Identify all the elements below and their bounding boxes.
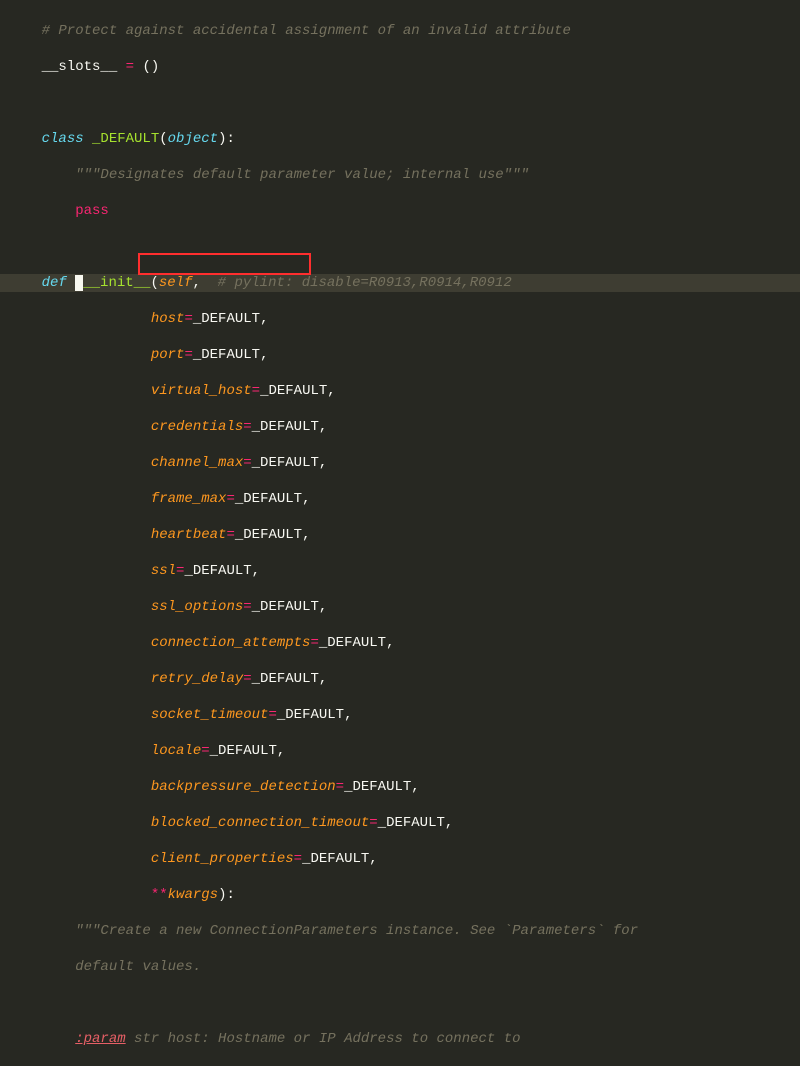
param-line: connection_attempts=_DEFAULT, — [0, 634, 800, 652]
slots-name: __slots__ — [42, 59, 118, 75]
pass-keyword: pass — [75, 203, 109, 219]
param-line: blocked_connection_timeout=_DEFAULT, — [0, 814, 800, 832]
class-name: _DEFAULT — [84, 131, 160, 147]
blank-line — [0, 994, 800, 1012]
code-block: # Protect against accidental assignment … — [0, 4, 800, 1066]
param-line: ssl_options=_DEFAULT, — [0, 598, 800, 616]
param-line: credentials=_DEFAULT, — [0, 418, 800, 436]
self-param: self — [159, 275, 193, 291]
param-line: **kwargs): — [0, 886, 800, 904]
docstring-line: """Designates default parameter value; i… — [0, 166, 800, 184]
comment-fragment: # Protect against accidental assignment … — [8, 23, 571, 39]
code-line: class _DEFAULT(object): — [0, 130, 800, 148]
base-class: object — [168, 131, 218, 147]
docstring-line: """Create a new ConnectionParameters ins… — [0, 922, 800, 940]
param-line: host=_DEFAULT, — [0, 310, 800, 328]
param-line: channel_max=_DEFAULT, — [0, 454, 800, 472]
param-line: backpressure_detection=_DEFAULT, — [0, 778, 800, 796]
param-line: client_properties=_DEFAULT, — [0, 850, 800, 868]
param-directive: :param — [75, 1031, 125, 1047]
code-editor[interactable]: # Protect against accidental assignment … — [0, 4, 800, 1066]
pylint-comment: # pylint: disable=R0913,R0914,R0912 — [201, 275, 512, 291]
param-line: locale=_DEFAULT, — [0, 742, 800, 760]
blank-line — [0, 94, 800, 112]
method-name: __init__ — [83, 275, 150, 291]
code-line: # Protect against accidental assignment … — [0, 22, 800, 40]
class-keyword: class — [42, 131, 84, 147]
param-line-heartbeat: heartbeat=_DEFAULT, — [0, 526, 800, 544]
def-keyword: def — [42, 275, 67, 291]
docstring-line: default values. — [0, 958, 800, 976]
param-line: retry_delay=_DEFAULT, — [0, 670, 800, 688]
param-line: port=_DEFAULT, — [0, 346, 800, 364]
code-line: pass — [0, 202, 800, 220]
param-line: frame_max=_DEFAULT, — [0, 490, 800, 508]
code-line: __slots__ = () — [0, 58, 800, 76]
active-line: def __init__(self, # pylint: disable=R09… — [0, 274, 800, 292]
docstring-line: :param str host: Hostname or IP Address … — [0, 1030, 800, 1048]
param-line: ssl=_DEFAULT, — [0, 562, 800, 580]
param-line: socket_timeout=_DEFAULT, — [0, 706, 800, 724]
blank-line — [0, 238, 800, 256]
param-line: virtual_host=_DEFAULT, — [0, 382, 800, 400]
